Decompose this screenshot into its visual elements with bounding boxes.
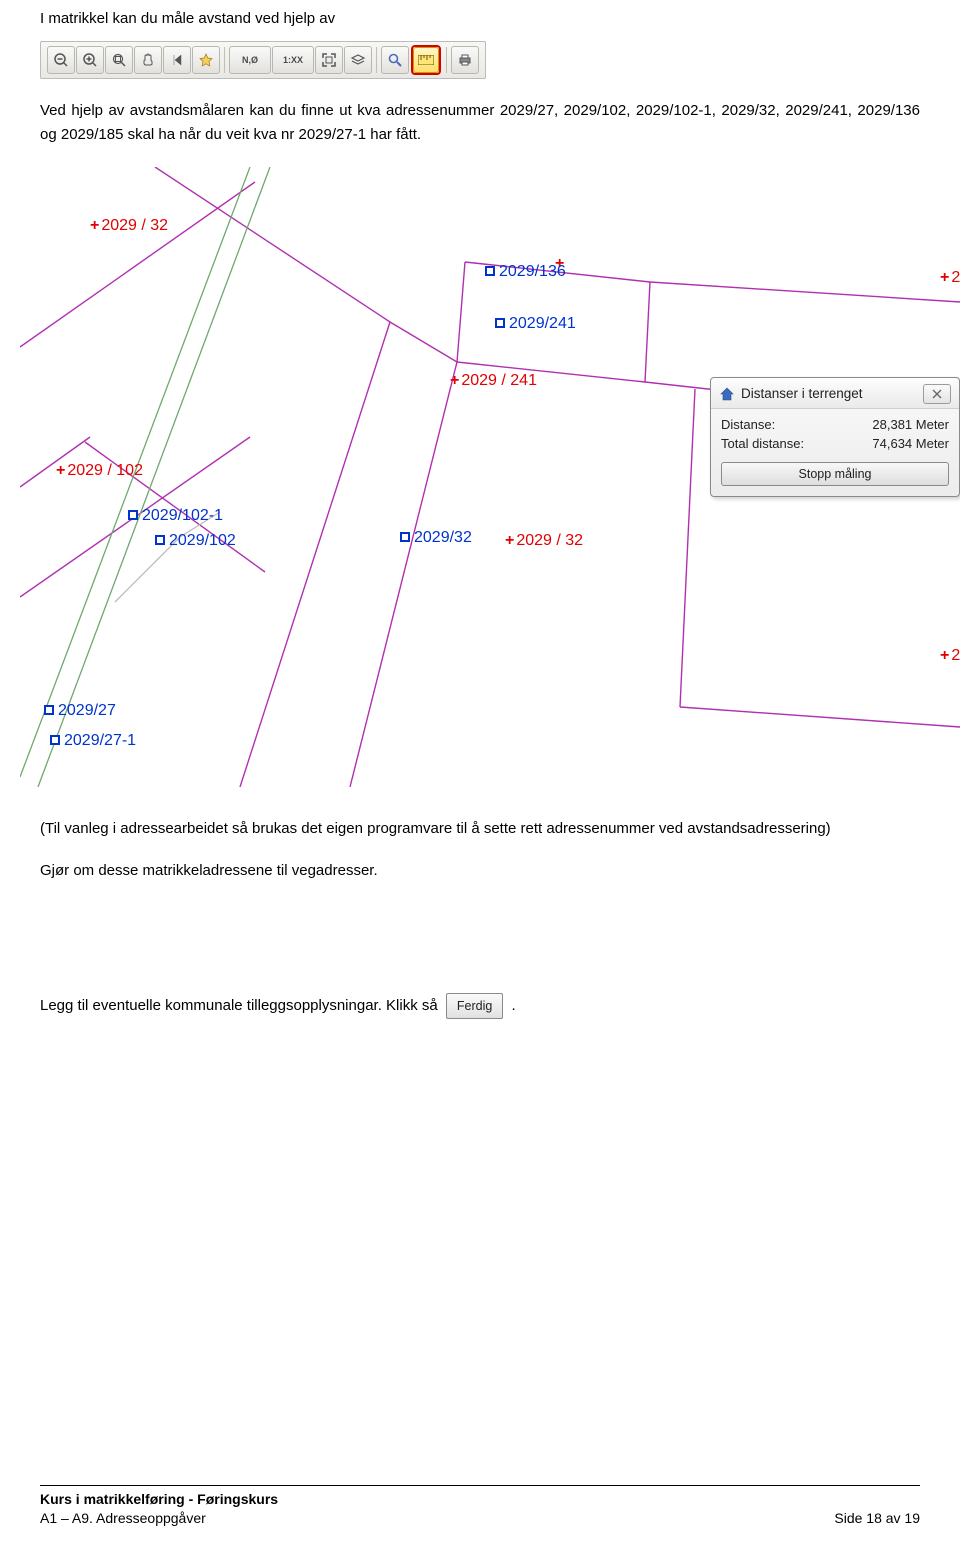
star-icon	[199, 53, 213, 67]
paragraph-3: (Til vanleg i adressearbeidet så brukas …	[40, 817, 920, 841]
map-label-blue: 2029/241	[495, 315, 576, 333]
fit-icon	[322, 53, 336, 67]
close-button[interactable]	[923, 384, 951, 404]
close-icon	[932, 389, 942, 399]
zoom-in-icon	[83, 53, 97, 67]
search-icon	[388, 53, 402, 67]
separator	[376, 47, 377, 73]
ruler-highlight	[411, 45, 441, 75]
print-button[interactable]	[451, 46, 479, 74]
ferdig-button[interactable]: Ferdig	[446, 993, 503, 1019]
map-label-blue: 2029/27	[44, 702, 116, 720]
intro-text: I matrikkel kan du måle avstand ved hjel…	[40, 0, 920, 31]
separator	[224, 47, 225, 73]
footer-title: Kurs i matrikkelføring - Føringskurs	[40, 1490, 920, 1510]
scale-button[interactable]: 1:XX	[272, 46, 314, 74]
toolbar: N,Ø 1:XX	[40, 41, 486, 79]
paragraph-4: Legg til eventuelle kommunale tilleggsop…	[40, 993, 920, 1019]
map-label-red: +2029 / 32	[505, 532, 583, 550]
distance-row: Total distanse:74,634 Meter	[721, 434, 949, 454]
map-label-red: +2029 / 32	[90, 217, 168, 235]
map-label-blue: 2029/102-1	[128, 507, 223, 525]
coord-button[interactable]: N,Ø	[229, 46, 271, 74]
page-footer: Kurs i matrikkelføring - Føringskurs A1 …	[40, 1485, 920, 1529]
home-button[interactable]	[192, 46, 220, 74]
map-label-red: +2029 / 241	[450, 372, 537, 390]
house-icon	[719, 386, 735, 402]
paragraph-3b: Gjør om desse matrikkeladressene til veg…	[40, 859, 920, 883]
map-label-blue: 2029/102	[155, 532, 236, 550]
ruler-button[interactable]	[413, 47, 439, 73]
distance-row: Distanse:28,381 Meter	[721, 415, 949, 435]
footer-subtitle: A1 – A9. Adresseoppgåver	[40, 1509, 206, 1529]
toolbar-screenshot: N,Ø 1:XX	[40, 41, 920, 79]
ruler-icon	[418, 55, 434, 65]
layers-icon	[351, 53, 365, 67]
search-button[interactable]	[381, 46, 409, 74]
map-screenshot: +2029 / 32 +2029 / 241 +2029 / 102 +2029…	[20, 167, 960, 787]
zoom-out-icon	[54, 53, 68, 67]
stop-measure-button[interactable]: Stopp måling	[721, 462, 949, 486]
distance-dialog: Distanser i terrenget Distanse:28,381 Me…	[710, 377, 960, 497]
footer-pagenum: Side 18 av 19	[834, 1509, 920, 1529]
zoom-in-button[interactable]	[76, 46, 104, 74]
zoom-rect-button[interactable]	[105, 46, 133, 74]
distance-dialog-title: Distanser i terrenget	[741, 386, 863, 401]
hand-icon	[141, 52, 156, 67]
back-button[interactable]	[163, 46, 191, 74]
map-label-red-cut: +20	[940, 647, 960, 665]
map-label-blue: 2029/27-1	[50, 732, 136, 750]
back-icon	[170, 53, 184, 67]
map-label-red: +2029 / 102	[56, 462, 143, 480]
separator	[446, 47, 447, 73]
fit-button[interactable]	[315, 46, 343, 74]
pan-button[interactable]	[134, 46, 162, 74]
zoom-rect-icon	[112, 53, 126, 67]
map-label-red-cut: +20	[940, 269, 960, 287]
layers-button[interactable]	[344, 46, 372, 74]
print-icon	[458, 53, 472, 67]
zoom-out-button[interactable]	[47, 46, 75, 74]
map-label-blue: 2029/32	[400, 529, 472, 547]
map-label-blue: 2029/136	[485, 263, 566, 281]
paragraph-2: Ved hjelp av avstandsmålaren kan du finn…	[40, 99, 920, 147]
